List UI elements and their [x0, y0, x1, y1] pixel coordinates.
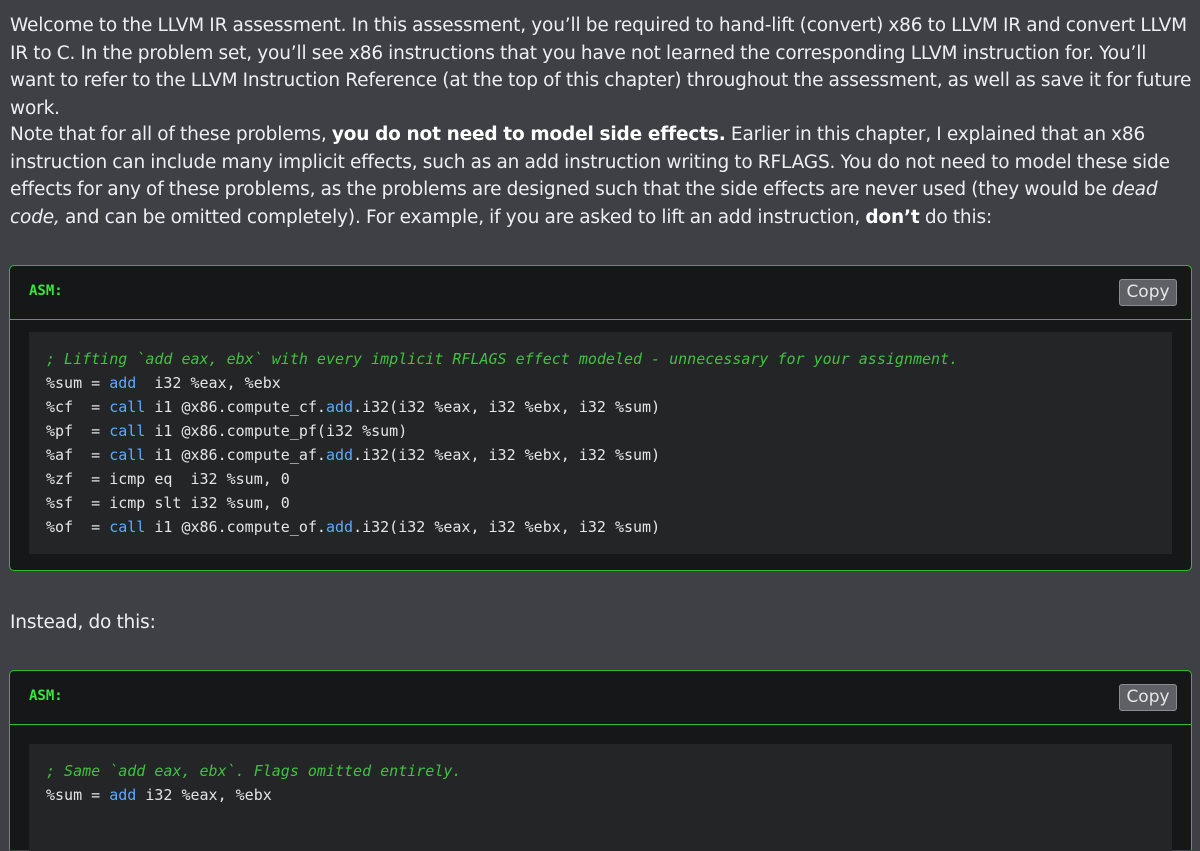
- code-content[interactable]: ; Lifting `add eax, ebx` with every impl…: [29, 332, 1172, 554]
- code-line: %af = call i1 @x86.compute_af.add.i32(i3…: [46, 443, 1172, 467]
- intro-paragraph: Welcome to the LLVM IR assessment. In th…: [10, 15, 1192, 119]
- dont-emphasis: don’t: [865, 206, 920, 228]
- code-comment: ; Lifting `add eax, ebx` with every impl…: [46, 350, 959, 368]
- side-effects-paragraph: Note that for all of these problems, you…: [10, 121, 1192, 231]
- code-content[interactable]: ; Same `add eax, ebx`. Flags omitted ent…: [29, 744, 1172, 851]
- code-line: ; Same `add eax, ebx`. Flags omitted ent…: [46, 759, 1172, 783]
- code-keyword: call: [109, 518, 146, 536]
- code-text: i1 @x86.compute_of.: [145, 518, 326, 536]
- code-keyword: call: [109, 398, 146, 416]
- code-line: %zf = icmp eq i32 %sum, 0: [46, 467, 1172, 491]
- code-keyword: call: [109, 446, 146, 464]
- code-line: %sum = add i32 %eax, %ebx: [46, 371, 1172, 395]
- code-text: .i32(i32 %eax, i32 %ebx, i32 %sum): [353, 446, 661, 464]
- code-text: %pf =: [46, 422, 110, 440]
- code-language-label: ASM:: [29, 283, 63, 299]
- code-keyword: add: [325, 398, 354, 416]
- code-keyword: add: [109, 786, 137, 804]
- code-text: %of =: [46, 518, 110, 536]
- code-line: %cf = call i1 @x86.compute_cf.add.i32(i3…: [46, 395, 1172, 419]
- side-effects-text-1: Note that for all of these problems,: [10, 124, 332, 145]
- code-text: i1 @x86.compute_af.: [145, 446, 326, 464]
- code-text: .i32(i32 %eax, i32 %ebx, i32 %sum): [353, 518, 661, 536]
- side-effects-text-4: do this:: [919, 206, 993, 228]
- code-text: i32 %eax, %ebx: [136, 374, 281, 392]
- instead-paragraph: Instead, do this:: [10, 612, 156, 633]
- code-line: %sum = add i32 %eax, %ebx: [46, 783, 1172, 807]
- copy-button[interactable]: Copy: [1119, 279, 1177, 306]
- code-line: %sf = icmp slt i32 %sum, 0: [46, 491, 1172, 515]
- code-text: i1 @x86.compute_cf.: [145, 398, 326, 416]
- code-text: %sf = icmp slt i32 %sum, 0: [46, 494, 290, 512]
- code-text: %zf = icmp eq i32 %sum, 0: [46, 470, 290, 488]
- code-text: %sum =: [46, 374, 110, 392]
- code-language-label: ASM:: [29, 688, 63, 704]
- code-block-minimal: ASM: Copy ; Same `add eax, ebx`. Flags o…: [9, 670, 1192, 851]
- side-effects-text-3: and can be omitted completely). For exam…: [59, 206, 866, 228]
- code-comment: ; Same `add eax, ebx`. Flags omitted ent…: [46, 762, 462, 780]
- code-keyword: call: [109, 422, 146, 440]
- code-text: %sum =: [46, 786, 110, 804]
- code-text: i32 %eax, %ebx: [136, 786, 272, 804]
- code-block-full-flags: ASM: Copy ; Lifting `add eax, ebx` with …: [9, 265, 1192, 571]
- code-line: ; Lifting `add eax, ebx` with every impl…: [46, 347, 1172, 371]
- code-line: %of = call i1 @x86.compute_of.add.i32(i3…: [46, 515, 1172, 539]
- code-keyword: add: [109, 374, 137, 392]
- side-effects-emphasis: you do not need to model side effects.: [331, 124, 726, 145]
- code-keyword: add: [325, 518, 354, 536]
- code-block-header: ASM: Copy: [10, 671, 1191, 725]
- code-line: %pf = call i1 @x86.compute_pf(i32 %sum): [46, 419, 1172, 443]
- code-keyword: add: [325, 446, 354, 464]
- copy-button[interactable]: Copy: [1119, 684, 1177, 711]
- code-text: %cf =: [46, 398, 110, 416]
- code-block-header: ASM: Copy: [10, 266, 1191, 320]
- code-text: %af =: [46, 446, 110, 464]
- code-text: i1 @x86.compute_pf(i32 %sum): [145, 422, 408, 440]
- code-text: .i32(i32 %eax, i32 %ebx, i32 %sum): [353, 398, 661, 416]
